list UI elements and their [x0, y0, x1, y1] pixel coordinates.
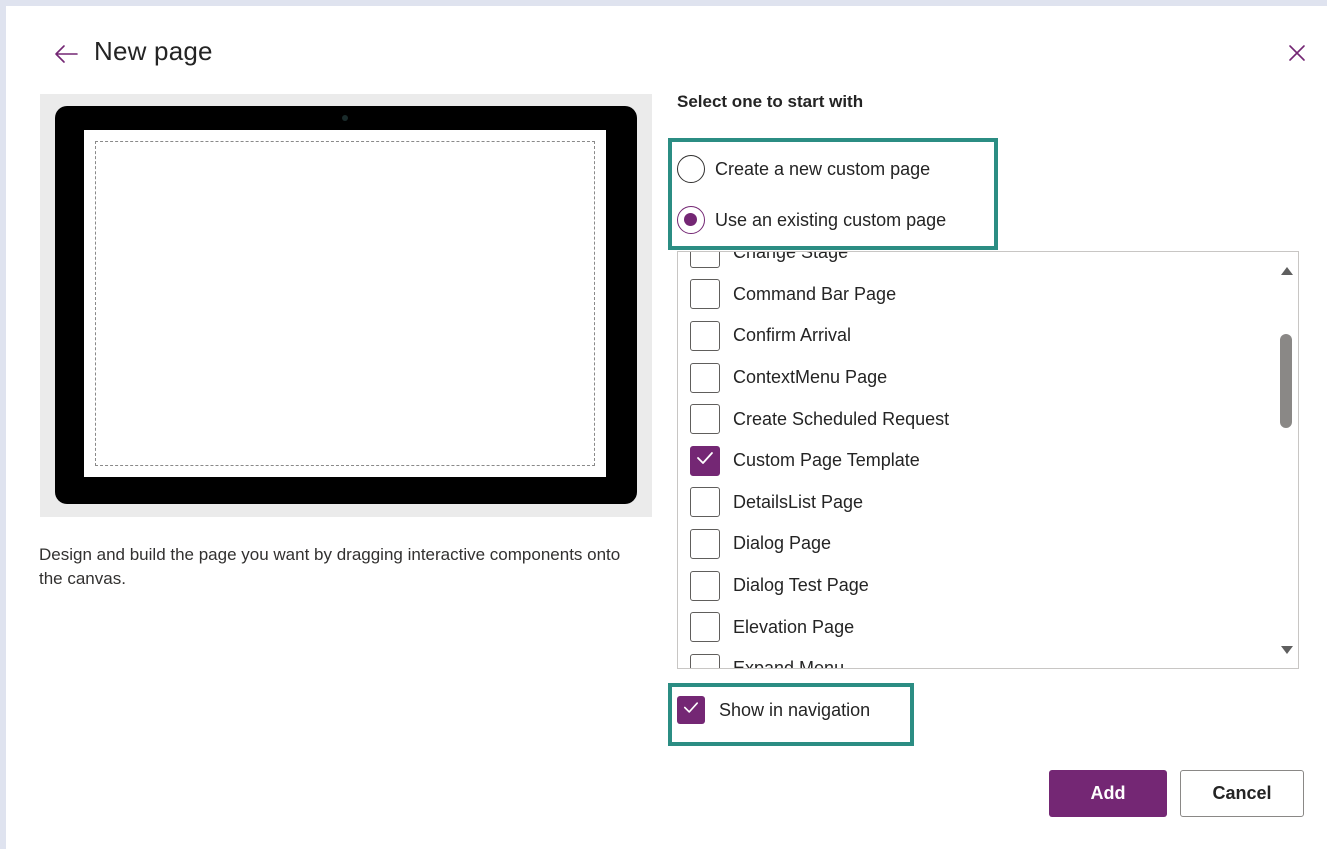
checkbox[interactable]	[690, 612, 720, 643]
list-item-label: Expand Menu	[733, 658, 845, 669]
add-button[interactable]: Add	[1049, 770, 1167, 817]
dialog-header: New page	[6, 6, 1327, 96]
show-in-navigation-label: Show in navigation	[719, 699, 871, 720]
scroll-thumb[interactable]	[1280, 334, 1292, 428]
list-item[interactable]: ContextMenu Page	[678, 357, 1298, 399]
list-item[interactable]: DetailsList Page	[678, 482, 1298, 524]
list-item-label: Custom Page Template	[733, 450, 920, 471]
list-item-label: Dialog Page	[733, 533, 832, 554]
radio-button-selected[interactable]	[677, 206, 705, 234]
camera-dot	[342, 115, 348, 121]
list-item[interactable]: Change Stage	[678, 251, 1298, 274]
checkbox[interactable]	[690, 252, 720, 268]
list-item[interactable]: Dialog Test Page	[678, 565, 1298, 607]
cancel-button[interactable]: Cancel	[1180, 770, 1304, 817]
checkbox[interactable]	[690, 487, 720, 518]
list-item-label: Command Bar Page	[733, 283, 897, 304]
close-icon	[1288, 44, 1306, 67]
checkbox[interactable]	[690, 404, 720, 435]
radio-use-existing[interactable]: Use an existing custom page	[677, 204, 946, 236]
canvas-dashed-area	[95, 141, 595, 466]
scroll-down-arrow-icon[interactable]	[1281, 646, 1293, 654]
list-item[interactable]: Elevation Page	[678, 606, 1298, 648]
radio-create-new[interactable]: Create a new custom page	[677, 153, 930, 185]
list-item[interactable]: Expand Menu	[678, 648, 1298, 669]
list-item-label: Elevation Page	[733, 616, 855, 637]
scroll-up-arrow-icon[interactable]	[1281, 267, 1293, 275]
close-button[interactable]	[1282, 40, 1312, 70]
canvas-screen	[84, 130, 606, 477]
list-item[interactable]: Command Bar Page	[678, 274, 1298, 316]
list-item-label: DetailsList Page	[733, 491, 864, 512]
list-item-label: Create Scheduled Request	[733, 408, 950, 429]
checkbox[interactable]	[690, 570, 720, 601]
checkbox[interactable]	[690, 528, 720, 559]
select-heading: Select one to start with	[677, 92, 864, 111]
checkmark-icon	[683, 701, 699, 719]
custom-page-list[interactable]: Change Stage Command Bar Page Confirm Ar…	[677, 251, 1299, 669]
list-item-label: ContextMenu Page	[733, 367, 888, 388]
list-item-label: Change Stage	[733, 251, 849, 263]
list-item[interactable]: Confirm Arrival	[678, 315, 1298, 357]
checkbox[interactable]	[690, 320, 720, 351]
radio-label: Use an existing custom page	[715, 209, 947, 230]
checkbox-checked[interactable]	[677, 696, 705, 724]
radio-label: Create a new custom page	[715, 158, 931, 179]
list-item-selected[interactable]: Custom Page Template	[678, 440, 1298, 482]
list-scrollbar[interactable]	[1276, 252, 1298, 668]
list-item-label: Dialog Test Page	[733, 575, 869, 596]
tablet-illustration	[55, 106, 637, 504]
checkbox[interactable]	[690, 653, 720, 668]
dialog-title: New page	[94, 36, 213, 66]
checkbox[interactable]	[690, 279, 720, 310]
radio-button[interactable]	[677, 155, 705, 183]
checkmark-icon	[696, 451, 714, 470]
checkbox-checked[interactable]	[690, 445, 720, 476]
list-item[interactable]: Create Scheduled Request	[678, 398, 1298, 440]
preview-description: Design and build the page you want by dr…	[39, 545, 621, 588]
checkbox[interactable]	[690, 362, 720, 393]
page-preview-image	[40, 94, 652, 517]
list-item-label: Confirm Arrival	[733, 325, 852, 346]
custom-page-list-items: Change Stage Command Bar Page Confirm Ar…	[678, 251, 1298, 669]
show-in-navigation-checkbox[interactable]: Show in navigation	[677, 695, 870, 725]
arrow-left-icon	[53, 44, 79, 69]
back-button[interactable]	[50, 40, 82, 72]
list-item[interactable]: Dialog Page	[678, 523, 1298, 565]
